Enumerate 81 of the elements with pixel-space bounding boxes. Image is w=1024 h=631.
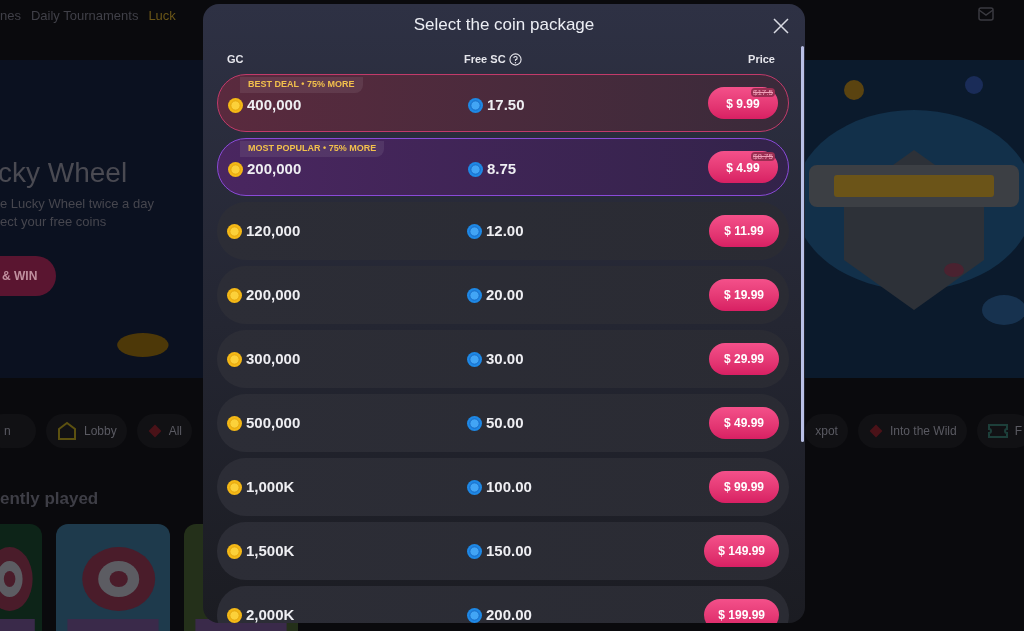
help-icon[interactable]	[508, 52, 522, 66]
gc-coin-icon	[227, 287, 242, 303]
package-row[interactable]: 1,500K 150.00 $ 149.99	[217, 522, 789, 580]
gc-amount: 500,000	[246, 412, 301, 433]
package-row[interactable]: 1,000K 100.00 $ 99.99	[217, 458, 789, 516]
column-header: GC	[227, 51, 245, 67]
gc-amount: 300,000	[246, 348, 301, 369]
sc-amount: 150.00	[486, 540, 532, 561]
hero-subtitle: e Lucky Wheel twice a day	[0, 196, 154, 212]
gc-amount: 1,000K	[246, 476, 295, 497]
price-button[interactable]: $ 29.99	[709, 343, 779, 375]
gc-coin-icon	[227, 351, 242, 367]
price-button[interactable]: $ 199.99	[704, 599, 779, 623]
ticket-icon	[986, 423, 1009, 439]
sc-coin-icon	[467, 351, 482, 367]
gc-coin-icon	[227, 415, 242, 431]
deal-tag: BEST DEAL • 75% MORE	[240, 77, 363, 93]
package-row[interactable]: 500,000 50.00 $ 49.99	[217, 394, 789, 452]
package-row[interactable]: 2,000K 200.00 $ 199.99	[217, 586, 789, 623]
column-header: Price	[748, 51, 775, 67]
nav-link[interactable]: Luck	[148, 6, 176, 26]
sc-amount: 100.00	[486, 476, 532, 497]
price-button[interactable]: $ 11.99	[709, 215, 779, 247]
package-row[interactable]: BEST DEAL • 75% MORE 400,000 17.50 $ 9.99 $17.5	[217, 74, 789, 132]
deal-tag: MOST POPULAR • 75% MORE	[240, 141, 385, 157]
category-chip[interactable]: Into the Wild	[857, 414, 967, 448]
sc-coin-icon	[468, 97, 483, 113]
gc-amount: 200,000	[247, 158, 302, 179]
sc-coin-icon	[467, 543, 482, 559]
sc-amount: 20.00	[486, 284, 524, 305]
category-chip[interactable]: n	[0, 414, 36, 448]
dialog-title: Select the coin package	[413, 14, 595, 37]
sc-amount: 30.00	[486, 348, 524, 369]
price-button[interactable]: $ 99.99	[709, 471, 779, 503]
gc-amount: 200,000	[246, 284, 301, 305]
diamond-icon	[146, 423, 163, 439]
gc-coin-icon	[227, 479, 242, 495]
old-price: $8.75	[750, 152, 775, 161]
category-chip[interactable]: xpot	[805, 414, 848, 448]
sc-amount: 12.00	[486, 220, 524, 241]
package-row[interactable]: 120,000 12.00 $ 11.99	[217, 202, 789, 260]
house-icon	[56, 420, 78, 442]
section-heading: ently played	[0, 489, 99, 508]
price-button[interactable]: $ 19.99	[709, 279, 779, 311]
close-icon[interactable]	[773, 18, 789, 34]
gc-amount: 120,000	[246, 220, 301, 241]
category-chip[interactable]: F	[976, 414, 1024, 448]
sc-coin-icon	[467, 479, 482, 495]
price-button[interactable]: $ 9.99 $17.5	[708, 87, 778, 119]
category-chip[interactable]: All	[136, 414, 193, 448]
scrollbar[interactable]	[801, 46, 804, 442]
sc-coin-icon	[467, 287, 482, 303]
sc-coin-icon	[468, 161, 483, 177]
sc-amount: 200.00	[486, 604, 532, 623]
sc-amount: 8.75	[487, 158, 517, 179]
package-row[interactable]: MOST POPULAR • 75% MORE 200,000 8.75 $ 4.99 $8.75	[217, 138, 789, 196]
old-price: $17.5	[750, 88, 775, 97]
spin-button[interactable]: & WIN	[0, 256, 56, 296]
gc-coin-icon	[227, 223, 242, 239]
gc-amount: 1,500K	[246, 540, 295, 561]
sc-coin-icon	[467, 415, 482, 431]
sc-coin-icon	[467, 223, 482, 239]
hero-subtitle: ect your free coins	[0, 214, 107, 230]
sc-coin-icon	[467, 607, 482, 623]
gc-coin-icon	[227, 607, 242, 623]
gc-amount: 400,000	[247, 94, 302, 115]
package-row[interactable]: 200,000 20.00 $ 19.99	[217, 266, 789, 324]
price-button[interactable]: $ 49.99	[709, 407, 779, 439]
gc-coin-icon	[227, 543, 242, 559]
price-button[interactable]: $ 4.99 $8.75	[708, 151, 778, 183]
diamond-icon	[867, 423, 884, 439]
sc-amount: 17.50	[487, 94, 525, 115]
package-row[interactable]: 300,000 30.00 $ 29.99	[217, 330, 789, 388]
column-header: Free SC	[464, 51, 506, 67]
gc-amount: 2,000K	[246, 604, 295, 623]
price-button[interactable]: $ 149.99	[704, 535, 779, 567]
hero-title: cky Wheel	[0, 156, 128, 190]
sc-amount: 50.00	[486, 412, 524, 433]
category-chip[interactable]: Lobby	[46, 414, 127, 448]
gc-coin-icon	[228, 97, 243, 113]
gc-coin-icon	[228, 161, 243, 177]
